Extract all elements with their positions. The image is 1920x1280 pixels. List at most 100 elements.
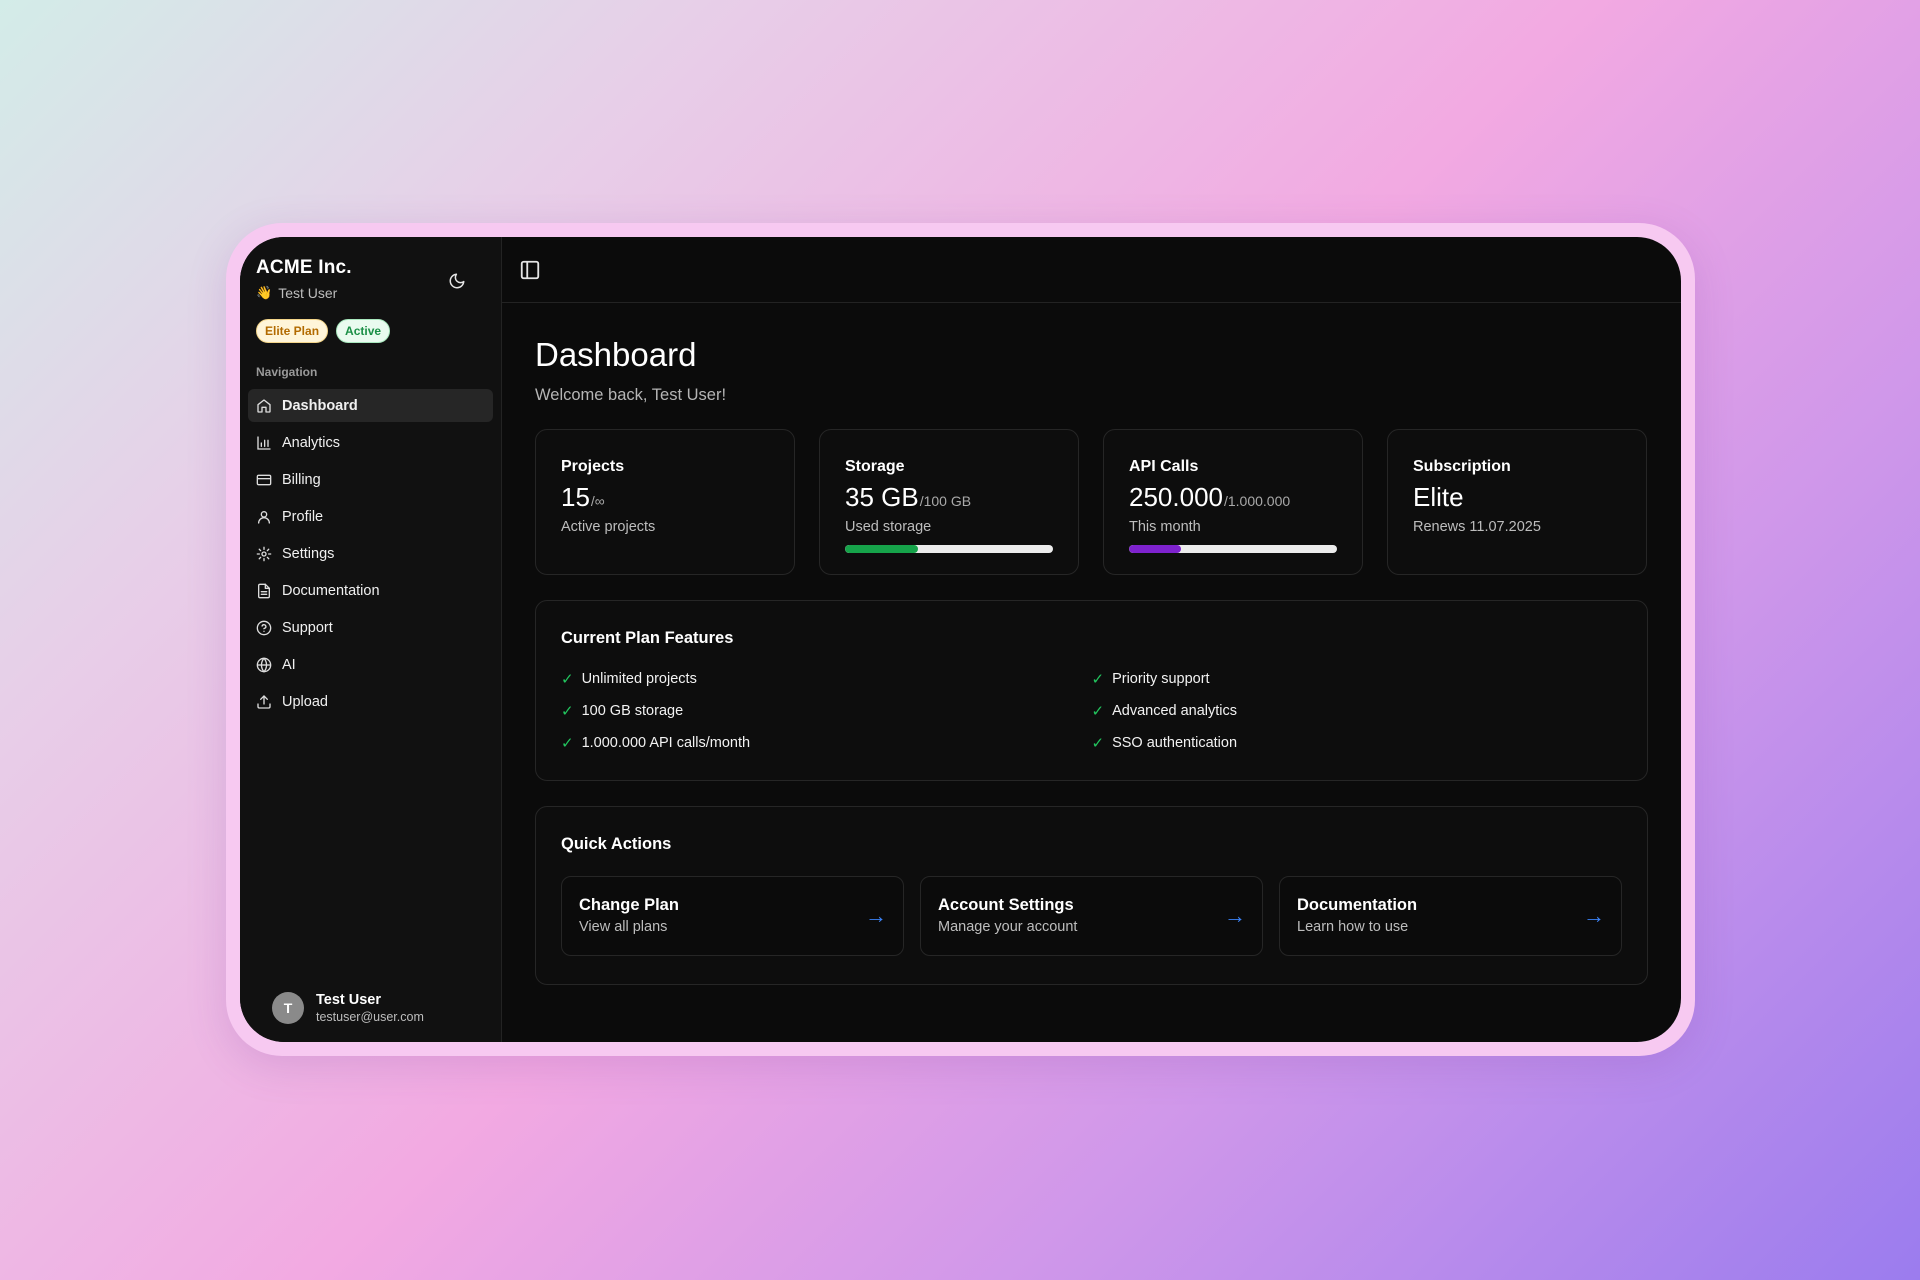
sidebar-toggle-button[interactable] xyxy=(518,258,542,282)
feature-label: 1.000.000 API calls/month xyxy=(581,735,751,751)
check-icon: ✓ xyxy=(1091,671,1105,688)
wave-icon: 👋 xyxy=(256,285,273,300)
sidebar-item-documentation[interactable]: Documentation xyxy=(248,574,493,607)
stat-value-number: 15 xyxy=(561,482,590,512)
sidebar-item-label: Support xyxy=(282,619,333,636)
help-circle-icon xyxy=(256,620,272,635)
upload-icon xyxy=(257,694,271,709)
stat-label: API Calls xyxy=(1129,458,1199,475)
arrow-right-icon: → xyxy=(1224,903,1246,928)
stats-row: Projects 15 /∞ Active projects Storage 3… xyxy=(535,429,1648,575)
action-title: Account Settings xyxy=(938,896,1074,914)
plan-features-panel: Current Plan Features ✓ Unlimited project… xyxy=(535,600,1648,781)
page-title: Dashboard xyxy=(535,336,697,373)
arrow-right-icon: → xyxy=(865,903,887,928)
stat-value-number: Elite xyxy=(1413,482,1464,512)
sidebar-item-support[interactable]: Support xyxy=(248,611,493,644)
action-subtitle: Learn how to use xyxy=(1297,919,1409,935)
sidebar-item-profile[interactable]: Profile xyxy=(248,500,493,533)
action-title: Change Plan xyxy=(579,896,679,914)
storage-progress-fill xyxy=(845,545,918,553)
sidebar-item-settings[interactable]: Settings xyxy=(248,537,493,570)
sidebar-item-label: Profile xyxy=(282,508,324,525)
user-email: testuser@user.com xyxy=(316,1010,424,1024)
api-calls-progress-fill xyxy=(1129,545,1181,553)
stat-value: 35 GB /100 GB xyxy=(845,482,1053,513)
sidebar-item-label: Billing xyxy=(282,471,321,488)
action-subtitle: View all plans xyxy=(579,919,668,935)
sidebar-item-label: Analytics xyxy=(282,434,341,451)
page-subtitle: Welcome back, Test User! xyxy=(535,386,727,404)
documentation-button[interactable]: Documentation Learn how to use → xyxy=(1279,876,1622,956)
stat-value: 250.000 /1.000.000 xyxy=(1129,482,1337,513)
check-icon: ✓ xyxy=(561,735,574,752)
stat-value-unit: /1.000.000 xyxy=(1223,493,1291,509)
bar-chart-icon xyxy=(257,435,271,450)
theme-toggle-button[interactable] xyxy=(443,267,471,295)
stat-value: Elite xyxy=(1413,482,1621,513)
stat-value-unit: /100 GB xyxy=(919,493,972,509)
check-icon: ✓ xyxy=(561,671,574,688)
sidebar-item-upload[interactable]: Upload xyxy=(248,685,493,718)
stat-label: Storage xyxy=(845,458,905,475)
check-icon: ✓ xyxy=(561,703,574,720)
stat-value-number: 35 GB xyxy=(845,482,919,512)
gear-icon xyxy=(256,546,272,561)
panel-title: Current Plan Features xyxy=(561,629,734,647)
sidebar-item-ai[interactable]: AI xyxy=(248,648,493,681)
stat-description: This month xyxy=(1129,519,1201,535)
sidebar: ACME Inc. 👋 Test User Elite Plan Active … xyxy=(240,237,502,1042)
api-calls-progress-bar xyxy=(1129,545,1337,553)
arrow-right-icon: → xyxy=(1583,903,1605,928)
sidebar-nav: Dashboard Analytics Billing Profile Sett… xyxy=(248,389,493,718)
main-content: Dashboard Welcome back, Test User! Proje… xyxy=(502,237,1681,1042)
action-title: Documentation xyxy=(1297,896,1418,914)
sidebar-item-label: Documentation xyxy=(282,582,380,599)
plan-badge: Elite Plan xyxy=(256,319,329,343)
user-name: Test User xyxy=(316,992,382,1008)
sidebar-item-dashboard[interactable]: Dashboard xyxy=(248,389,493,422)
sidebar-item-label: Settings xyxy=(282,545,335,562)
user-icon xyxy=(258,510,270,524)
check-icon: ✓ xyxy=(1091,703,1105,720)
quick-actions-row: Change Plan View all plans → Account Set… xyxy=(561,876,1622,956)
feature-item: ✓ Advanced analytics xyxy=(1092,702,1623,720)
storage-progress-bar xyxy=(845,545,1053,553)
badge-row: Elite Plan Active xyxy=(248,319,493,343)
brand-user: 👋 Test User xyxy=(256,285,352,301)
feature-label: Unlimited projects xyxy=(581,671,697,687)
stat-label: Projects xyxy=(561,458,625,475)
account-settings-button[interactable]: Account Settings Manage your account → xyxy=(920,876,1263,956)
credit-card-icon xyxy=(256,474,272,485)
topbar xyxy=(502,237,1681,303)
stat-card-api-calls: API Calls 250.000 /1.000.000 This month xyxy=(1103,429,1363,575)
sidebar-item-label: AI xyxy=(282,656,296,673)
action-subtitle: Manage your account xyxy=(938,919,1078,935)
file-text-icon xyxy=(258,583,270,598)
feature-item: ✓ 1.000.000 API calls/month xyxy=(561,734,1092,752)
feature-label: SSO authentication xyxy=(1112,735,1238,751)
moon-icon xyxy=(449,273,465,289)
user-menu[interactable]: T Test User testuser@user.com xyxy=(272,992,424,1024)
feature-label: Advanced analytics xyxy=(1112,703,1238,719)
feature-item: ✓ Priority support xyxy=(1092,670,1623,688)
brand-title: ACME Inc. xyxy=(256,257,352,278)
feature-item: ✓ 100 GB storage xyxy=(561,702,1092,720)
stat-description: Used storage xyxy=(845,519,932,535)
feature-label: Priority support xyxy=(1112,671,1210,687)
change-plan-button[interactable]: Change Plan View all plans → xyxy=(561,876,904,956)
stat-value-unit: /∞ xyxy=(590,493,605,509)
sidebar-item-billing[interactable]: Billing xyxy=(248,463,493,496)
feature-item: ✓ SSO authentication xyxy=(1092,734,1623,752)
stat-card-subscription: Subscription Elite Renews 11.07.2025 xyxy=(1387,429,1647,575)
brand-header: ACME Inc. 👋 Test User xyxy=(248,257,493,301)
avatar: T xyxy=(272,992,304,1024)
sidebar-item-analytics[interactable]: Analytics xyxy=(248,426,493,459)
feature-list: ✓ Unlimited projects ✓ Priority support ✓ 1… xyxy=(561,670,1622,752)
feature-item: ✓ Unlimited projects xyxy=(561,670,1092,688)
sidebar-item-label: Upload xyxy=(282,693,328,710)
app-window: ACME Inc. 👋 Test User Elite Plan Active … xyxy=(240,237,1681,1042)
stat-card-projects: Projects 15 /∞ Active projects xyxy=(535,429,795,575)
stat-value: 15 /∞ xyxy=(561,482,769,513)
nav-heading: Navigation xyxy=(256,365,318,379)
